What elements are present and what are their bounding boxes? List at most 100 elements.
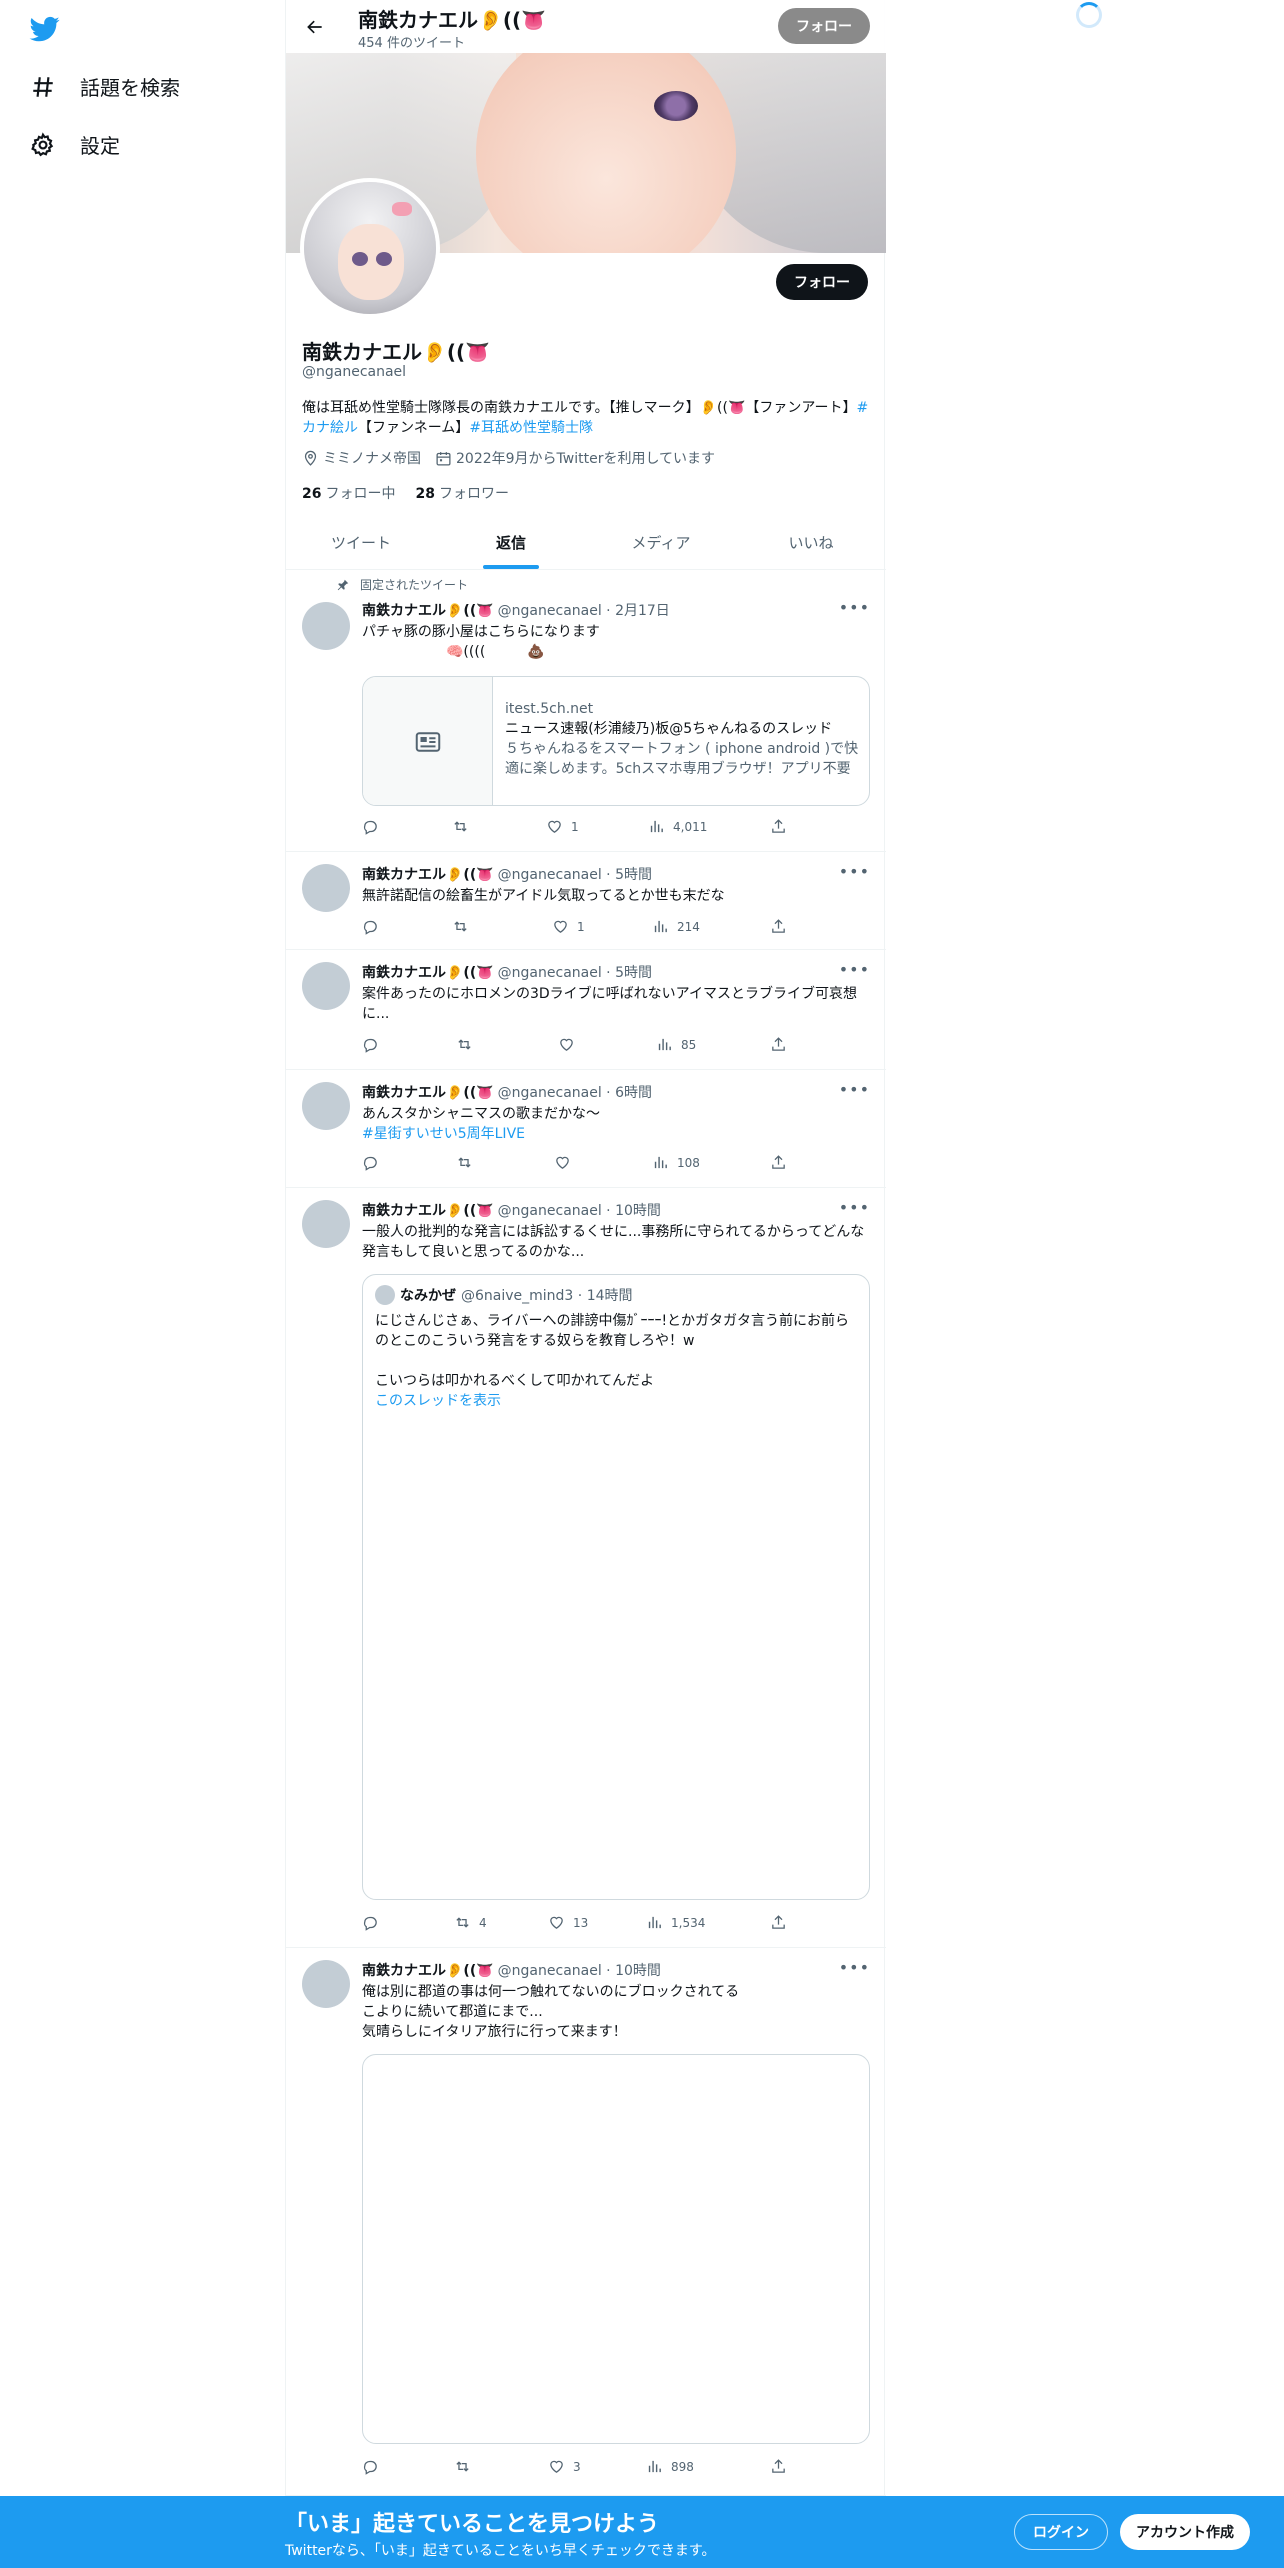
calendar-icon [436, 451, 451, 466]
follow-button[interactable]: フォロー [776, 264, 868, 300]
quoted-tweet-body: にじさんじさぁ、ライバーへの誹謗中傷ｶﾞｰｰｰ!とかガタガタ言う前にお前らのとこ… [375, 1311, 859, 1411]
nav-explore[interactable]: 話題を検索 [30, 72, 180, 101]
reply-button[interactable] [362, 918, 387, 935]
tab-media[interactable]: メディア [586, 516, 736, 569]
like-button[interactable]: 3 [548, 2458, 581, 2475]
tweet[interactable]: 南鉄カナエル👂((👅 @nganecanael · 10時間 ••• 俺は別に郡… [286, 1948, 886, 2496]
quoted-tweet[interactable]: なみかぜ @6naive_mind3 · 14時間 にじさんじさぁ、ライバーへの… [362, 1274, 870, 1900]
arrow-left-icon [307, 20, 322, 34]
tweet-avatar[interactable] [302, 1200, 350, 1248]
link-card-domain: itest.5ch.net [505, 701, 594, 717]
tweet-avatar[interactable] [302, 602, 350, 650]
heart-icon [554, 920, 567, 933]
tweet-media[interactable] [362, 2054, 870, 2444]
share-icon [772, 1155, 785, 1169]
tweet-meta: @nganecanael · 10時間 [497, 1203, 661, 1219]
more-options-icon[interactable]: ••• [839, 598, 870, 617]
like-button[interactable] [558, 1036, 583, 1053]
retweet-icon [458, 1157, 471, 1168]
tab-tweets[interactable]: ツイート [286, 516, 436, 569]
share-button[interactable] [770, 818, 787, 835]
nav-explore-label: 話題を検索 [80, 76, 180, 100]
tweet[interactable]: 南鉄カナエル👂((👅 @nganecanael · 6時間 ••• あんスタかシ… [286, 1070, 886, 1188]
reply-button[interactable] [362, 1914, 387, 1931]
nav-settings[interactable]: 設定 [30, 130, 120, 159]
tweet-author-name[interactable]: 南鉄カナエル👂((👅 [362, 962, 494, 982]
like-button[interactable] [554, 1154, 579, 1171]
tweet[interactable]: 南鉄カナエル👂((👅 @nganecanael · 10時間 ••• 一般人の批… [286, 1188, 886, 1948]
tweet-avatar[interactable] [302, 1082, 350, 1130]
tweet[interactable]: 南鉄カナエル👂((👅 @nganecanael · 5時間 ••• 案件あったの… [286, 950, 886, 1070]
share-button[interactable] [770, 918, 787, 935]
more-options-icon[interactable]: ••• [839, 1958, 870, 1977]
tweet-text: 案件あったのにホロメンの3Dライブに呼ばれないアイマスとラブライブ可哀想に... [362, 986, 857, 1022]
profile-avatar[interactable] [300, 178, 440, 318]
retweet-button[interactable] [454, 2458, 479, 2475]
tweet-meta: @nganecanael · 5時間 [497, 867, 652, 883]
tweet-author-name[interactable]: 南鉄カナエル👂((👅 [362, 600, 494, 620]
following-link[interactable]: 26 フォロー中 [302, 483, 395, 503]
followers-link[interactable]: 28 フォロワー [415, 483, 508, 503]
views-button[interactable]: 1,534 [646, 1914, 705, 1931]
tweet-avatar[interactable] [302, 864, 350, 912]
tweet-author-name[interactable]: 南鉄カナエル👂((👅 [362, 864, 494, 884]
show-thread-link[interactable]: このスレッドを表示 [375, 1393, 501, 1409]
like-button[interactable]: 1 [546, 818, 579, 835]
tweet[interactable]: 固定されたツイート 南鉄カナエル👂((👅 @nganecanael · 2月17… [286, 570, 886, 852]
login-button[interactable]: ログイン [1014, 2514, 1108, 2550]
topbar-follow-button[interactable]: フォロー [778, 8, 870, 44]
share-button[interactable] [770, 1154, 787, 1171]
views-button[interactable]: 85 [656, 1036, 696, 1053]
link-card[interactable]: itest.5ch.net ニュース速報(杉浦綾乃)板@5ちゃんねるのスレッド … [362, 676, 870, 806]
like-button[interactable]: 1 [552, 918, 585, 935]
tweet[interactable]: 南鉄カナエル👂((👅 @nganecanael · 5時間 ••• 無許諾配信の… [286, 852, 886, 950]
share-button[interactable] [770, 1036, 787, 1053]
reply-button[interactable] [362, 818, 387, 835]
more-options-icon[interactable]: ••• [839, 960, 870, 979]
views-button[interactable]: 214 [652, 918, 700, 935]
reply-button[interactable] [362, 1154, 387, 1171]
more-options-icon[interactable]: ••• [839, 1080, 870, 1099]
reply-button[interactable] [362, 2458, 387, 2475]
retweet-button[interactable] [456, 1036, 481, 1053]
tweet-avatar[interactable] [302, 962, 350, 1010]
tweet-hashtag-link[interactable]: #星街すいせい5周年LIVE [362, 1126, 525, 1142]
retweet-button[interactable] [456, 1154, 481, 1171]
tweet-meta: @nganecanael · 10時間 [497, 1963, 661, 1979]
tweet-author-name[interactable]: 南鉄カナエル👂((👅 [362, 1082, 494, 1102]
tweet-meta: @nganecanael · 6時間 [497, 1085, 652, 1101]
twitter-logo-icon[interactable] [28, 14, 62, 44]
retweet-button[interactable] [452, 818, 477, 835]
tweet-author-name[interactable]: 南鉄カナエル👂((👅 [362, 1200, 494, 1220]
share-button[interactable] [770, 1914, 787, 1931]
signup-prompt-bar: 「いま」起きていることを見つけよう Twitterなら、「いま」起きていることを… [0, 2496, 1284, 2568]
signup-button[interactable]: アカウント作成 [1120, 2514, 1250, 2550]
tab-likes[interactable]: いいね [736, 516, 886, 569]
views-chart-icon [650, 820, 663, 833]
tweet-actions: 1 214 [362, 918, 802, 938]
reply-icon [363, 1916, 377, 1931]
share-icon [772, 1915, 785, 1929]
tweet-text: 無許諾配信の絵畜生がアイドル気取ってるとか世も末だな [362, 888, 725, 904]
like-button[interactable]: 13 [548, 1914, 588, 1931]
tweet-meta: @nganecanael · 2月17日 [497, 603, 670, 619]
views-button[interactable]: 898 [646, 2458, 694, 2475]
share-button[interactable] [770, 2458, 787, 2475]
more-options-icon[interactable]: ••• [839, 862, 870, 881]
retweet-button[interactable]: 4 [454, 1914, 487, 1931]
tweet-author-name[interactable]: 南鉄カナエル👂((👅 [362, 1960, 494, 1980]
left-navigation: 話題を検索 設定 [0, 0, 285, 2568]
reply-button[interactable] [362, 1036, 387, 1053]
views-button[interactable]: 108 [652, 1154, 700, 1171]
views-chart-icon [654, 1156, 667, 1169]
more-options-icon[interactable]: ••• [839, 1198, 870, 1217]
retweet-button[interactable] [452, 918, 477, 935]
profile-topbar: 南鉄カナエル👂((👅 454 件のツイート フォロー [286, 0, 886, 53]
back-button[interactable] [300, 12, 330, 42]
views-button[interactable]: 4,011 [648, 818, 707, 835]
bio-hashtag-link[interactable]: #耳舐め性堂騎士隊 [469, 420, 593, 436]
tweet-avatar[interactable] [302, 1960, 350, 2008]
tweet-actions: 4 13 1,534 [362, 1914, 802, 1934]
retweet-icon [454, 821, 467, 832]
tab-replies[interactable]: 返信 [436, 516, 586, 569]
